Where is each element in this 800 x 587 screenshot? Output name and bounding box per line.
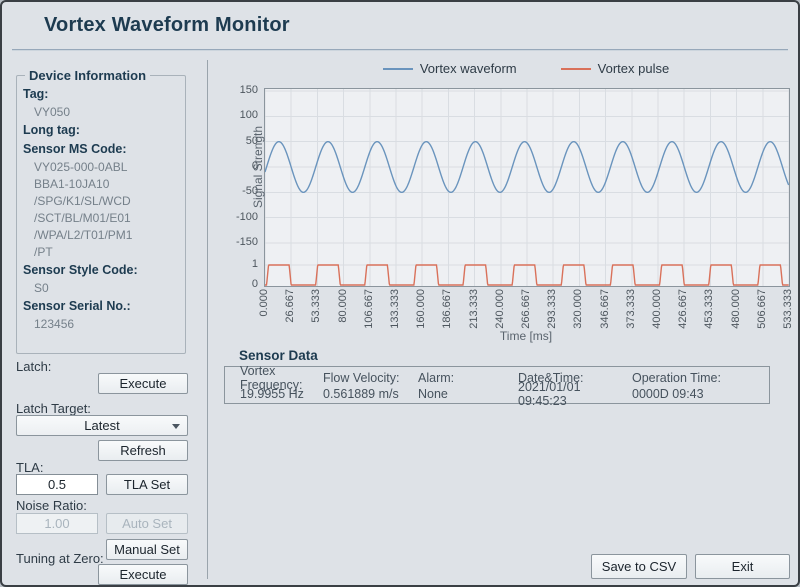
latch-target-label: Latch Target: bbox=[16, 401, 91, 416]
tuning-at-zero-label: Tuning at Zero: bbox=[16, 551, 104, 566]
legend-line-icon bbox=[561, 68, 591, 70]
exit-button[interactable]: Exit bbox=[695, 554, 790, 579]
device-info-label: Sensor MS Code: bbox=[23, 140, 179, 159]
page-title: Vortex Waveform Monitor bbox=[44, 14, 290, 37]
device-info-label: Long tag: bbox=[23, 121, 179, 140]
noise-ratio-label: Noise Ratio: bbox=[16, 498, 87, 513]
vertical-divider bbox=[207, 60, 208, 579]
sensor-column-label: Flow Velocity: bbox=[323, 371, 418, 385]
refresh-button[interactable]: Refresh bbox=[98, 440, 188, 461]
device-info-value: /SCT/BL/M01/E01 bbox=[23, 210, 179, 227]
device-information-fields: Tag:VY050Long tag:Sensor MS Code:VY025-0… bbox=[23, 85, 179, 333]
device-info-value: /WPA/L2/T01/PM1 bbox=[23, 227, 179, 244]
y-axis-label: Signal Strength bbox=[251, 107, 265, 227]
waveform-chart bbox=[265, 89, 789, 286]
latch-target-value: Latest bbox=[84, 418, 119, 433]
sensor-column-label: Operation Time: bbox=[632, 371, 769, 385]
sensor-data-panel: Vortex Frequency:Flow Velocity:Alarm:Dat… bbox=[224, 366, 770, 404]
legend-item: Vortex pulse bbox=[561, 61, 670, 76]
device-info-value: /SPG/K1/SL/WCD bbox=[23, 193, 179, 210]
waveform-chart-plot bbox=[264, 88, 790, 287]
tla-set-button[interactable]: TLA Set bbox=[106, 474, 188, 495]
device-info-value: 123456 bbox=[23, 316, 179, 333]
device-info-label: Tag: bbox=[23, 85, 179, 104]
legend-line-icon bbox=[383, 68, 413, 70]
y-axis-tick-label: 0 bbox=[210, 278, 258, 290]
manual-set-button[interactable]: Manual Set bbox=[106, 539, 188, 560]
sensor-column-value: 0000D 09:43 bbox=[632, 387, 769, 401]
device-info-label: Sensor Serial No.: bbox=[23, 297, 179, 316]
chevron-down-icon bbox=[172, 424, 180, 429]
sensor-column-label: Alarm: bbox=[418, 371, 518, 385]
device-info-value: S0 bbox=[23, 280, 179, 297]
sensor-column-value: 19.9955 Hz bbox=[240, 387, 323, 401]
noise-ratio-input bbox=[16, 513, 98, 534]
y-axis-tick-label: -150 bbox=[210, 236, 258, 248]
auto-set-button: Auto Set bbox=[106, 513, 188, 534]
title-separator bbox=[12, 49, 788, 51]
legend-label: Vortex waveform bbox=[420, 61, 517, 76]
latch-execute-button[interactable]: Execute bbox=[98, 373, 188, 394]
x-axis-label: Time [ms] bbox=[264, 329, 788, 343]
latch-label: Latch: bbox=[16, 359, 51, 374]
device-info-label: Sensor Style Code: bbox=[23, 261, 179, 280]
tla-input[interactable] bbox=[16, 474, 98, 495]
y-axis-tick-label: 150 bbox=[210, 84, 258, 96]
device-info-value: VY050 bbox=[23, 104, 179, 121]
tuning-execute-button[interactable]: Execute bbox=[98, 564, 188, 585]
vortex-waveform-monitor-window: Vortex Waveform Monitor Device Informati… bbox=[0, 0, 800, 587]
chart-legend: Vortex waveform Vortex pulse bbox=[264, 61, 788, 76]
tla-label: TLA: bbox=[16, 460, 43, 475]
device-information-group: Device Information Tag:VY050Long tag:Sen… bbox=[16, 68, 186, 354]
left-panel: Device Information Tag:VY050Long tag:Sen… bbox=[16, 68, 188, 583]
device-information-title: Device Information bbox=[25, 68, 150, 83]
legend-label: Vortex pulse bbox=[598, 61, 670, 76]
save-to-csv-button[interactable]: Save to CSV bbox=[591, 554, 687, 579]
latch-target-combobox[interactable]: Latest bbox=[16, 415, 188, 436]
device-info-value: BBA1-10JA10 bbox=[23, 176, 179, 193]
sensor-column-value: None bbox=[418, 387, 518, 401]
sensor-column-value: 2021/01/01 09:45:23 bbox=[518, 380, 632, 408]
device-info-value: VY025-000-0ABL bbox=[23, 159, 179, 176]
sensor-data-title: Sensor Data bbox=[239, 348, 318, 363]
y-axis-tick-label: 1 bbox=[210, 258, 258, 270]
device-info-value: /PT bbox=[23, 244, 179, 261]
legend-item: Vortex waveform bbox=[383, 61, 517, 76]
sensor-column-value: 0.561889 m/s bbox=[323, 387, 418, 401]
